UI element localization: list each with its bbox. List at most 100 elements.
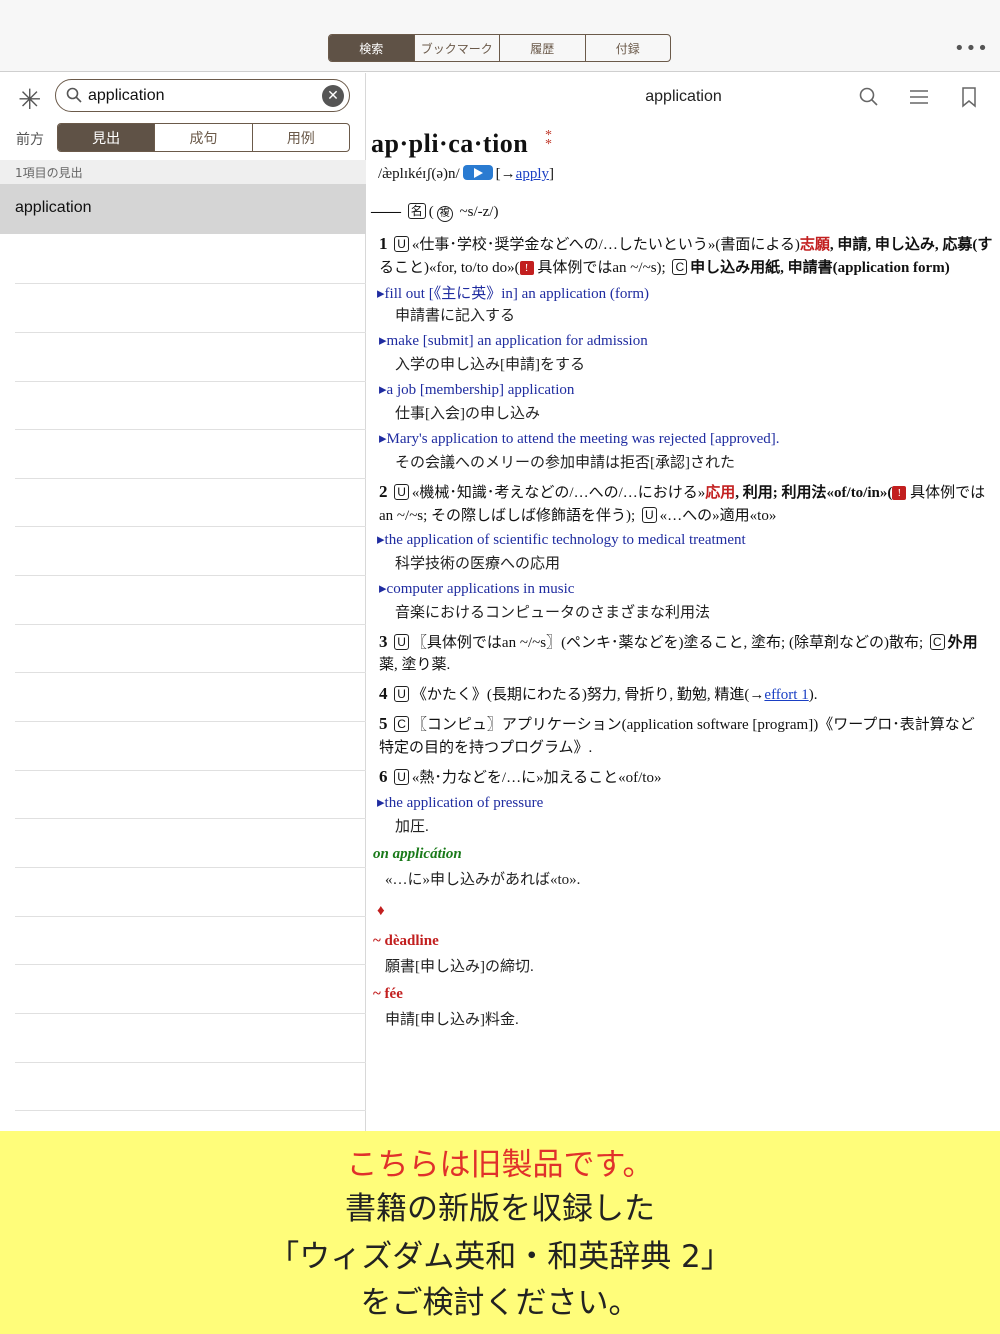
sense-text: «熱･力などを/…に»加えること«of/to» [411,770,662,786]
list-divider [15,1013,366,1014]
example-text: a job [membership] application [386,382,575,398]
sense-5-line-2: 特定の目的を持つプログラム》. [379,740,593,756]
example-5-translation: 科学技術の医療への応用 [395,556,561,572]
sense-5-line-1: 5 C 〖コンピュ〗アプリケーション(application software [… [379,713,975,734]
example-2[interactable]: ▸make [submit] an application for admiss… [379,331,648,350]
example-text: Mary's application to attend the meeting… [386,431,780,447]
pos-badge: 名 [407,203,426,219]
example-text: computer applications in music [386,581,575,597]
list-divider [15,332,366,333]
example-3-translation: 仕事[入会]の申し込み [395,406,540,422]
search-mode-tabs: 見出 成句 用例 [57,123,350,152]
top-bar: 検索 ブックマーク 履歴 付録 ••• [0,0,1000,72]
sense-text: an ~/~s; その際しばしば修飾語を伴う); [379,508,636,524]
search-input[interactable] [88,83,318,108]
countable-badge: C [672,259,688,275]
compound-2-translation: 申請[申し込み]料金. [385,1012,519,1028]
effort-link[interactable]: effort 1 [764,687,808,703]
entry-content: ap·pli·ca·tion * * /æ̀plɪkéɪʃ(ə)n/[→apply… [367,121,1000,1131]
sense-text: 《かたく》(長期にわたる)努力, 骨折り, 勤勉, 精進(→ [411,687,765,703]
compound-1-translation: 願書[申し込み]の締切. [385,959,534,975]
sense-6-line: 6 U «熱･力などを/…に»加えること«of/to» [379,766,661,787]
sense-2-line-1: 2 U «機械･知識･考えなどの/…への/…における»応用, 利用; 利用法«of… [379,481,985,502]
list-divider [15,1110,366,1111]
tab-appendix[interactable]: 付録 [584,35,671,61]
example-2-translation: 入学の申し込み[申請]をする [395,357,585,373]
banner-line-2: 書籍の新版を収録した [345,1191,655,1227]
sense-text: 具体例ではan ~/~s); [533,260,666,276]
list-divider [15,721,366,722]
search-icon[interactable] [857,85,881,109]
sense-number: 6 [379,767,388,786]
sense-number: 4 [379,684,388,703]
menu-icon[interactable] [907,85,931,109]
plural-form: ~s/-z/) [459,204,499,220]
sense-number: 2 [379,482,388,501]
compound-marker: ♦ [377,903,385,919]
banner-line-1: こちらは旧製品です。 [346,1147,654,1183]
list-divider [15,867,366,868]
list-divider [15,283,366,284]
search-box: ✕ [55,79,350,112]
countable-badge: C [929,634,945,650]
sense-number: 1 [379,234,388,253]
example-text: fill out [《主に英》in] an application (form) [384,286,650,302]
tab-bookmark[interactable]: ブックマーク [413,35,500,61]
sense-text: «機械･知識･考えなどの/…への/…における» [411,485,706,501]
bookmark-icon[interactable] [957,85,981,109]
sense-text: 具体例では [906,485,986,501]
example-1[interactable]: ▸fill out [《主に英》in] an application (form… [377,282,649,303]
sense-3-line-2: 薬, 塗り薬. [379,657,451,673]
search-icon [66,87,82,103]
sense-text: , 申請, 申し込み, 応募(す [829,237,993,253]
sense-keyword: 志願 [799,237,830,253]
match-mode-label[interactable]: 前方 [16,129,44,149]
example-4[interactable]: ▸Mary's application to attend the meetin… [379,429,780,448]
sense-1-line-2: ること)«for, to/to do»(! 具体例ではan ~/~s); C 申し… [379,256,950,277]
clear-icon[interactable]: ✕ [322,85,344,107]
example-4-translation: その会議へのメリーの参加申請は拒否[承認]された [395,455,735,471]
example-6[interactable]: ▸computer applications in music [379,579,574,598]
tab-example[interactable]: 用例 [251,124,349,151]
importance-mark: * * [545,128,552,152]
uncountable-badge: U [394,484,409,500]
sense-2-line-2: an ~/~s; その際しばしば修飾語を伴う); U «…への»適用«to» [379,504,776,525]
example-7-translation: 加圧. [395,819,429,835]
top-tab-bar: 検索 ブックマーク 履歴 付録 [328,34,671,62]
pronunciation: /æ̀plɪkéɪʃ(ə)n/[→apply] [378,165,554,182]
entry-title: application [645,88,722,105]
asterisk-icon[interactable]: ✳ [18,83,41,116]
list-divider [15,478,366,479]
apply-link[interactable]: apply [516,166,549,182]
example-7[interactable]: ▸the application of pressure [377,793,543,812]
example-6-translation: 音楽におけるコンピュータのさまざまな利用法 [395,605,711,621]
sense-text: ること)«for, to/to do»( [379,260,520,276]
sense-keyword: 応用 [705,485,736,501]
more-icon[interactable]: ••• [954,38,989,59]
example-text: make [submit] an application for admissi… [386,333,648,349]
example-5[interactable]: ▸the application of scientific technolog… [377,530,746,549]
results-header: 1項目の見出 [0,160,366,184]
idiom-phrase: on applicátion [373,846,462,862]
example-1-translation: 申請書に記入する [395,308,516,324]
warning-icon: ! [519,261,534,275]
sense-4-line: 4 U 《かたく》(長期にわたる)努力, 骨折り, 勤勉, 精進(→effort … [379,683,817,704]
tab-phrase[interactable]: 成句 [154,124,251,151]
list-divider [15,964,366,965]
uncountable-badge: U [394,236,409,252]
list-divider [15,381,366,382]
tab-headword[interactable]: 見出 [58,124,155,151]
list-divider [15,429,366,430]
list-divider [15,575,366,576]
compound-1: ~ dèadline [373,933,439,949]
example-3[interactable]: ▸a job [membership] application [379,380,574,399]
legacy-product-banner: こちらは旧製品です。 書籍の新版を収録した 「ウィズダム英和・和英辞典 2」 を… [0,1131,1000,1334]
play-audio-icon[interactable] [462,165,493,180]
tab-search[interactable]: 検索 [329,35,414,61]
sense-text: 〖コンピュ〗アプリケーション(application software [pro… [411,717,975,733]
uncountable-badge: U [641,507,657,523]
tab-history[interactable]: 履歴 [499,35,585,61]
list-divider [15,1062,366,1063]
list-item[interactable]: application [0,184,366,234]
idiom-translation: «…に»申し込みがあれば«to». [385,872,581,888]
